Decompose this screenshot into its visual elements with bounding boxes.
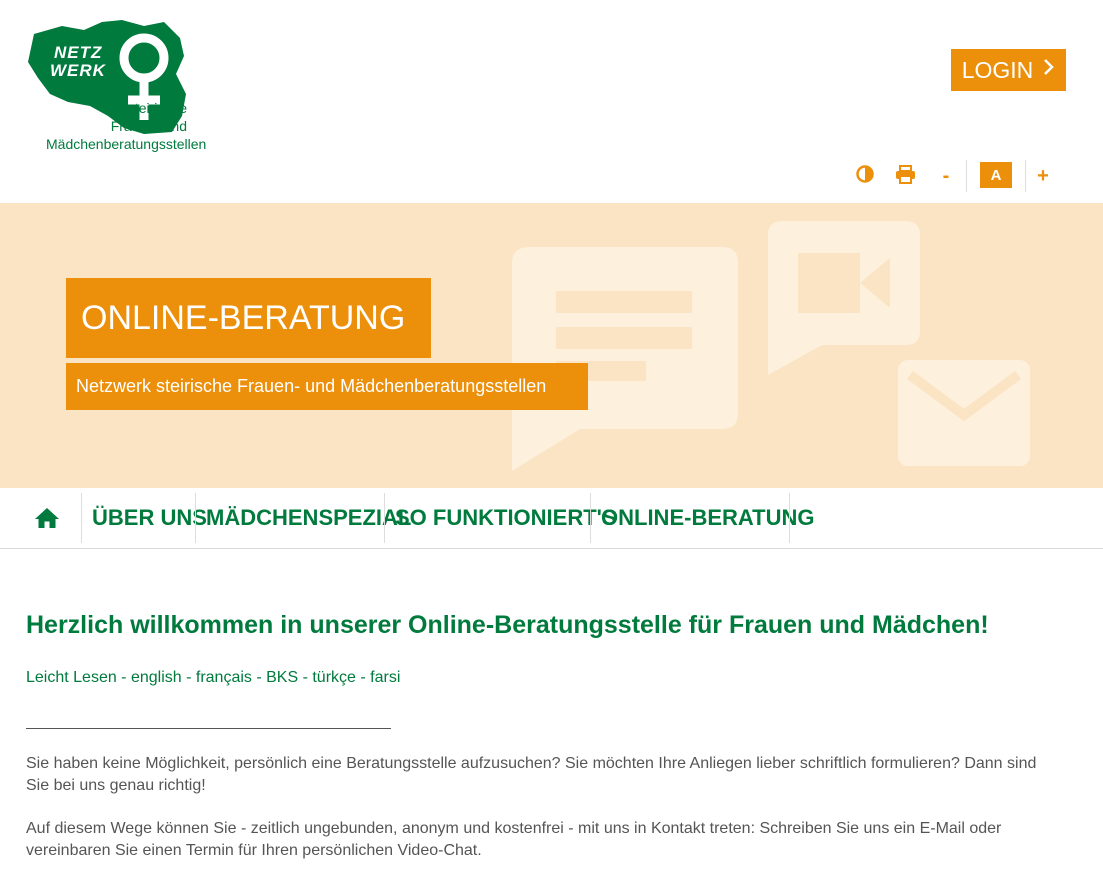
chevron-right-icon (1043, 58, 1055, 82)
lang-link-leicht-lesen[interactable]: Leicht Lesen (26, 669, 117, 686)
default-font-button[interactable]: A (980, 162, 1012, 188)
increase-font-label: + (1037, 164, 1049, 187)
main-navigation: ÜBER UNS MÄDCHENSPEZIAL SO FUNKTIONIERT'… (0, 488, 1103, 549)
lang-link-farsi[interactable]: farsi (370, 669, 400, 686)
lang-link-francais[interactable]: français (196, 669, 252, 686)
nav-home[interactable] (34, 493, 62, 543)
logo-line2: Frauen- und (110, 118, 187, 134)
logo-name-line2: WERK (50, 61, 106, 80)
print-icon[interactable] (893, 163, 917, 185)
page-header: NETZ WERK steirische Frauen- und Mädchen… (0, 0, 1103, 203)
page-heading: Herzlich willkommen in unserer Online-Be… (26, 611, 989, 639)
decrease-font-button[interactable]: - (936, 162, 956, 190)
lang-separator: - (251, 669, 267, 686)
lang-link-english[interactable]: english (131, 669, 182, 686)
lang-separator: - (298, 669, 313, 686)
home-icon (35, 508, 59, 528)
contrast-icon[interactable] (854, 163, 876, 185)
login-button[interactable]: LOGIN (951, 49, 1066, 91)
video-camera-icon (768, 221, 920, 375)
chat-bubble-icon (512, 247, 738, 471)
decrease-font-label: - (942, 164, 950, 187)
nav-divider (384, 493, 385, 543)
nav-item-ueber-uns[interactable]: ÜBER UNS (92, 493, 207, 543)
nav-item-online-beratung[interactable]: ONLINE-BERATUNG (601, 493, 814, 543)
lang-link-tuerkce[interactable]: türkçe (312, 669, 356, 686)
language-links: Leicht Lesen - english - français - BKS … (26, 669, 400, 687)
increase-font-button[interactable]: + (1033, 162, 1053, 190)
intro-paragraph: Sie haben keine Möglichkeit, persönlich … (26, 755, 1037, 794)
logo-name-line1: NETZ (54, 43, 103, 62)
tool-divider (1025, 160, 1026, 192)
nav-divider (81, 493, 82, 543)
lang-separator: - (181, 669, 196, 686)
logo-line1: steirische (127, 100, 187, 116)
lang-separator: - (116, 669, 131, 686)
contact-paragraph: Auf diesem Wege können Sie - zeitlich un… (26, 820, 1002, 859)
default-font-label: A (990, 166, 1002, 184)
envelope-icon (898, 360, 1030, 466)
login-label: LOGIN (961, 56, 1034, 83)
nav-item-so-funktionierts[interactable]: SO FUNKTIONIERT'S (395, 493, 617, 543)
banner-title: ONLINE-BERATUNG (66, 278, 431, 358)
banner-subtitle: Netzwerk steirische Frauen- und Mädchenb… (66, 363, 588, 410)
nav-divider (195, 493, 196, 543)
lang-separator: - (355, 669, 371, 686)
hero-banner: ONLINE-BERATUNG Netzwerk steirische Frau… (0, 203, 1103, 488)
content-divider (26, 728, 391, 729)
site-logo[interactable]: NETZ WERK steirische Frauen- und Mädchen… (24, 16, 207, 154)
logo-line3: Mädchenberatungsstellen (46, 136, 207, 152)
nav-divider (590, 493, 591, 543)
nav-item-maedchenspezial[interactable]: MÄDCHENSPEZIAL (206, 493, 411, 543)
tool-divider (966, 160, 967, 192)
nav-divider (789, 493, 790, 543)
lang-link-bks[interactable]: BKS (266, 669, 298, 686)
